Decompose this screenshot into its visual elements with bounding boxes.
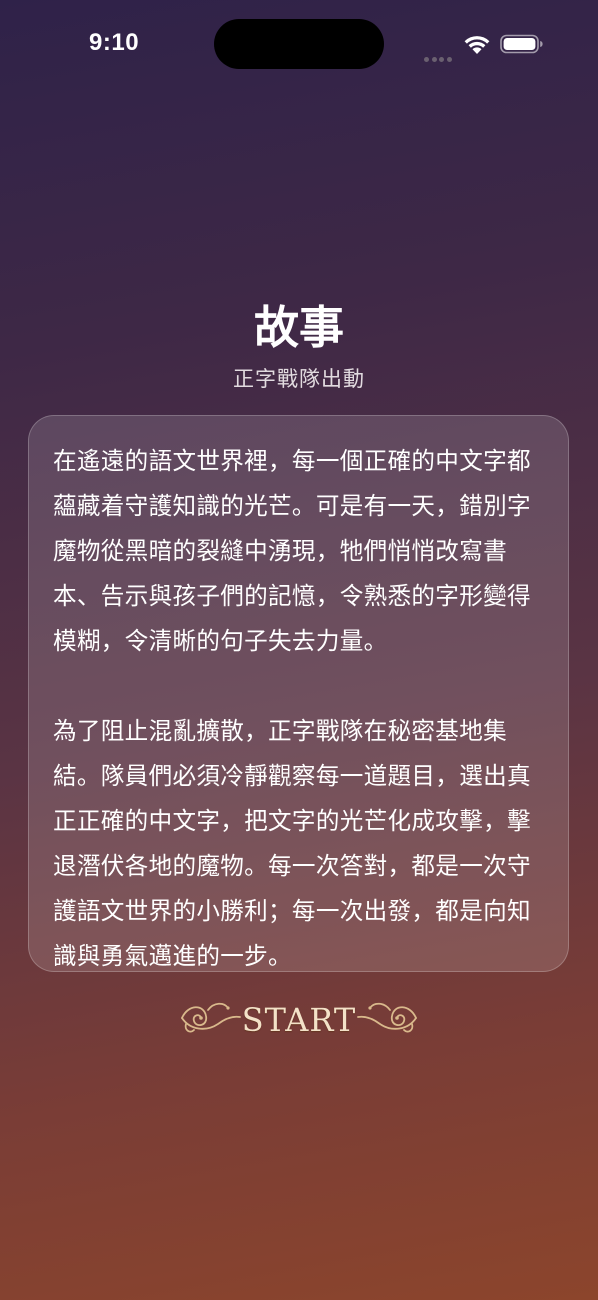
start-button[interactable]: START [178, 996, 420, 1046]
cellular-signal-icon [424, 47, 456, 62]
story-card: 在遙遠的語文世界裡，每一個正確的中文字都蘊藏着守護知識的光芒。可是有一天，錯別字… [28, 415, 569, 972]
wifi-icon [464, 36, 490, 54]
story-paragraph-2: 為了阻止混亂擴散，正字戰隊在秘密基地集結。隊員們必須冷靜觀察每一道題目，選出真正… [53, 717, 531, 970]
story-paragraph-1: 在遙遠的語文世界裡，每一個正確的中文字都蘊藏着守護知識的光芒。可是有一天，錯別字… [53, 447, 531, 655]
page-subtitle: 正字戰隊出動 [233, 367, 365, 391]
dynamic-island [214, 19, 384, 69]
status-time: 9:10 [89, 29, 140, 56]
start-button-label: START [241, 1001, 357, 1039]
status-bar: 9:10 [0, 0, 598, 90]
page-title: 故事 [253, 301, 344, 354]
battery-icon [500, 34, 543, 54]
